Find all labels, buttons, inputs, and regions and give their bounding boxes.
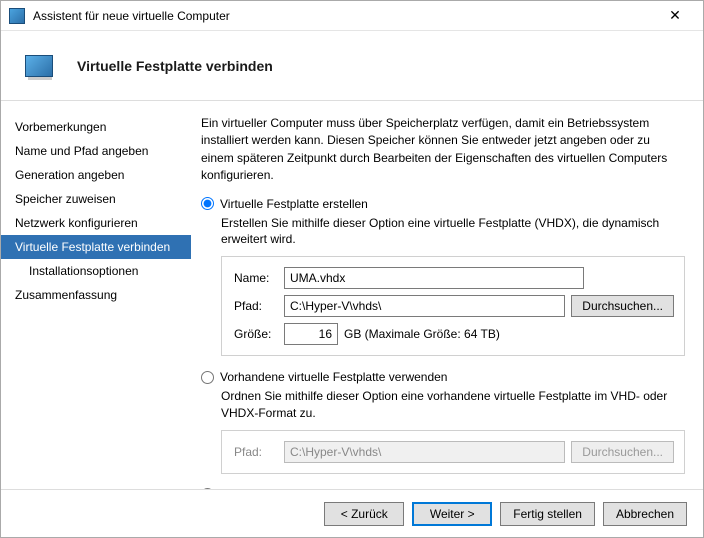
sidebar-item-netzwerk[interactable]: Netzwerk konfigurieren	[1, 211, 191, 235]
monitor-icon	[25, 55, 53, 77]
radio-existing-vhd-label: Vorhandene virtuelle Festplatte verwende…	[220, 370, 447, 384]
existing-path-input	[284, 441, 565, 463]
create-vhd-form: Name: Pfad: Durchsuchen... Größe: GB (Ma…	[221, 256, 685, 356]
name-input[interactable]	[284, 267, 584, 289]
radio-later-vhd-label: Virtuelle Festplatte später zuordnen	[220, 488, 409, 489]
size-input[interactable]	[284, 323, 338, 345]
app-icon	[9, 8, 25, 24]
create-vhd-desc: Erstellen Sie mithilfe dieser Option ein…	[221, 215, 685, 249]
wizard-header: Virtuelle Festplatte verbinden	[1, 31, 703, 101]
wizard-steps: Vorbemerkungen Name und Pfad angeben Gen…	[1, 101, 191, 489]
name-label: Name:	[234, 271, 284, 285]
finish-button[interactable]: Fertig stellen	[500, 502, 595, 526]
size-label: Größe:	[234, 327, 284, 341]
existing-browse-button: Durchsuchen...	[571, 441, 674, 463]
path-label: Pfad:	[234, 299, 284, 313]
radio-existing-vhd[interactable]	[201, 371, 214, 384]
sidebar-item-speicher[interactable]: Speicher zuweisen	[1, 187, 191, 211]
page-title: Virtuelle Festplatte verbinden	[77, 58, 273, 74]
window-title: Assistent für neue virtuelle Computer	[33, 9, 655, 23]
radio-create-vhd-label: Virtuelle Festplatte erstellen	[220, 197, 368, 211]
existing-path-label: Pfad:	[234, 445, 284, 459]
existing-vhd-desc: Ordnen Sie mithilfe dieser Option eine v…	[221, 388, 685, 422]
existing-vhd-form: Pfad: Durchsuchen...	[221, 430, 685, 474]
wizard-footer: < Zurück Weiter > Fertig stellen Abbrech…	[1, 489, 703, 537]
cancel-button[interactable]: Abbrechen	[603, 502, 687, 526]
sidebar-item-installation[interactable]: Installationsoptionen	[1, 259, 191, 283]
sidebar-item-festplatte[interactable]: Virtuelle Festplatte verbinden	[1, 235, 191, 259]
intro-text: Ein virtueller Computer muss über Speich…	[201, 115, 685, 185]
next-button[interactable]: Weiter >	[412, 502, 492, 526]
titlebar: Assistent für neue virtuelle Computer ✕	[1, 1, 703, 31]
browse-button[interactable]: Durchsuchen...	[571, 295, 674, 317]
wizard-content: Ein virtueller Computer muss über Speich…	[191, 101, 703, 489]
radio-later-vhd[interactable]	[201, 488, 214, 489]
sidebar-item-zusammenfassung[interactable]: Zusammenfassung	[1, 283, 191, 307]
radio-create-vhd[interactable]	[201, 197, 214, 210]
sidebar-item-generation[interactable]: Generation angeben	[1, 163, 191, 187]
sidebar-item-vorbemerkungen[interactable]: Vorbemerkungen	[1, 115, 191, 139]
sidebar-item-name-pfad[interactable]: Name und Pfad angeben	[1, 139, 191, 163]
close-icon[interactable]: ✕	[655, 2, 695, 30]
path-input[interactable]	[284, 295, 565, 317]
size-unit: GB (Maximale Größe: 64 TB)	[344, 327, 500, 341]
back-button[interactable]: < Zurück	[324, 502, 404, 526]
